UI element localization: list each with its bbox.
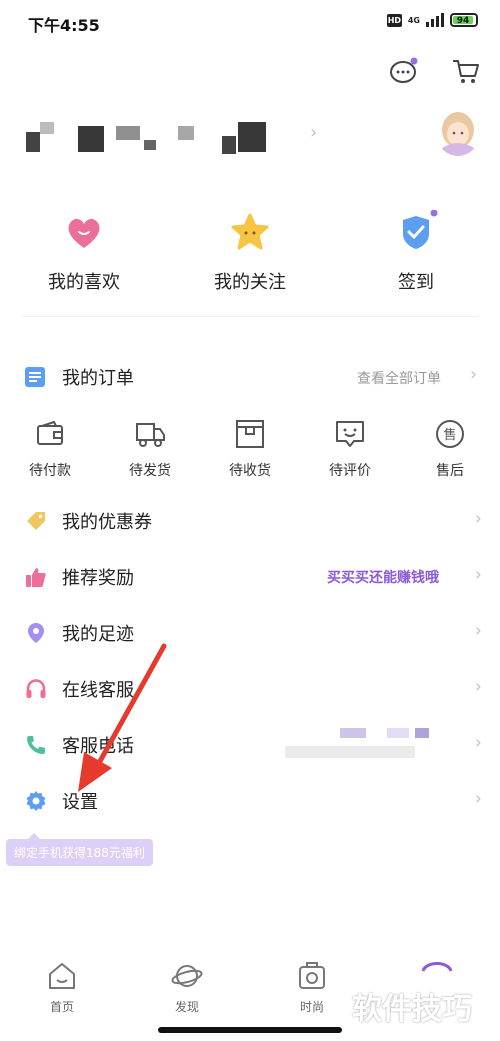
headset-icon xyxy=(24,677,48,701)
comment-icon xyxy=(310,418,390,450)
battery-level: 94 xyxy=(453,16,473,26)
order-pending-payment-label: 待付款 xyxy=(29,463,71,479)
order-pending-review-label: 待评价 xyxy=(329,463,371,479)
status-time: 下午4:55 xyxy=(28,16,100,35)
tab-discover-label: 发现 xyxy=(174,1000,199,1014)
order-pending-payment[interactable]: 待付款 xyxy=(10,418,90,480)
red-arrow-annotation xyxy=(78,643,167,792)
coupon-icon xyxy=(24,509,48,533)
orders-title[interactable]: 我的订单 xyxy=(62,364,134,390)
chevron-right-icon: › xyxy=(474,788,482,809)
hd-icon: HD xyxy=(386,13,402,27)
qa-checkin[interactable]: 签到 xyxy=(356,209,476,294)
order-pending-shipment[interactable]: 待发货 xyxy=(110,418,190,480)
battery-icon: 94 xyxy=(450,13,478,27)
avatar[interactable] xyxy=(436,108,480,156)
planet-icon xyxy=(171,960,203,992)
tab-profile-icon[interactable] xyxy=(420,958,454,977)
tab-home[interactable]: 首页 xyxy=(27,960,97,1015)
orders-chevron-icon[interactable]: › xyxy=(470,364,477,385)
order-after-sale[interactable]: 售 售后 xyxy=(410,418,490,480)
menu-referral[interactable]: 推荐奖励 买买买还能赚钱哦 › xyxy=(0,556,500,596)
menu-coupons-label: 我的优惠券 xyxy=(62,512,152,533)
svg-text:售: 售 xyxy=(443,427,456,443)
wallet-icon xyxy=(10,418,90,450)
view-all-orders-link[interactable]: 查看全部订单 xyxy=(357,368,441,388)
gear-icon xyxy=(24,789,48,813)
qa-following-label: 我的关注 xyxy=(214,272,286,293)
status-icons: HD 4G 94 xyxy=(386,13,478,27)
bind-phone-tooltip[interactable]: 绑定手机获得188元福利 xyxy=(6,833,153,866)
home-indicator[interactable] xyxy=(158,1027,342,1033)
order-pending-shipment-label: 待发货 xyxy=(129,463,171,479)
menu-coupons[interactable]: 我的优惠券 › xyxy=(0,500,500,540)
cart-icon[interactable] xyxy=(450,55,482,87)
after-sale-icon: 售 xyxy=(410,418,490,450)
order-pending-review[interactable]: 待评价 xyxy=(310,418,390,480)
tab-fashion[interactable]: 时尚 xyxy=(277,960,347,1015)
home-icon xyxy=(46,960,78,992)
tab-home-label: 首页 xyxy=(49,1000,74,1014)
chevron-right-icon: › xyxy=(474,676,482,697)
phone-icon xyxy=(24,733,48,757)
checkin-icon xyxy=(394,209,438,254)
order-after-sale-label: 售后 xyxy=(436,463,464,479)
divider xyxy=(22,316,478,317)
qa-checkin-label: 签到 xyxy=(398,272,434,293)
chevron-right-icon: › xyxy=(474,508,482,529)
heart-icon xyxy=(62,210,106,254)
watermark-text: 软件技巧 xyxy=(352,992,472,1027)
box-icon xyxy=(210,418,290,450)
tab-discover[interactable]: 发现 xyxy=(152,960,222,1015)
chevron-right-icon: › xyxy=(474,620,482,641)
chevron-right-icon: › xyxy=(474,732,482,753)
order-pending-receipt[interactable]: 待收货 xyxy=(210,418,290,480)
order-pending-receipt-label: 待收货 xyxy=(229,463,271,479)
location-icon xyxy=(24,621,48,645)
camera-icon xyxy=(296,960,328,992)
signal-icon xyxy=(426,13,444,27)
truck-icon xyxy=(110,418,190,450)
qa-favorites-label: 我的喜欢 xyxy=(48,272,120,293)
qa-favorites[interactable]: 我的喜欢 xyxy=(24,210,144,294)
order-list-icon xyxy=(24,366,46,388)
network-label: 4G xyxy=(407,15,420,25)
star-icon xyxy=(228,210,272,254)
chevron-right-icon: › xyxy=(474,564,482,585)
message-icon[interactable] xyxy=(388,55,420,87)
username-blurred[interactable] xyxy=(26,122,271,156)
phone-number-blurred xyxy=(285,728,445,762)
referral-promo-text: 买买买还能赚钱哦 xyxy=(327,570,439,586)
profile-chevron-icon[interactable]: › xyxy=(310,122,317,143)
menu-referral-label: 推荐奖励 xyxy=(62,568,134,589)
qa-following[interactable]: 我的关注 xyxy=(190,210,310,294)
thumbs-up-icon xyxy=(24,565,48,589)
tab-fashion-label: 时尚 xyxy=(299,1000,324,1014)
